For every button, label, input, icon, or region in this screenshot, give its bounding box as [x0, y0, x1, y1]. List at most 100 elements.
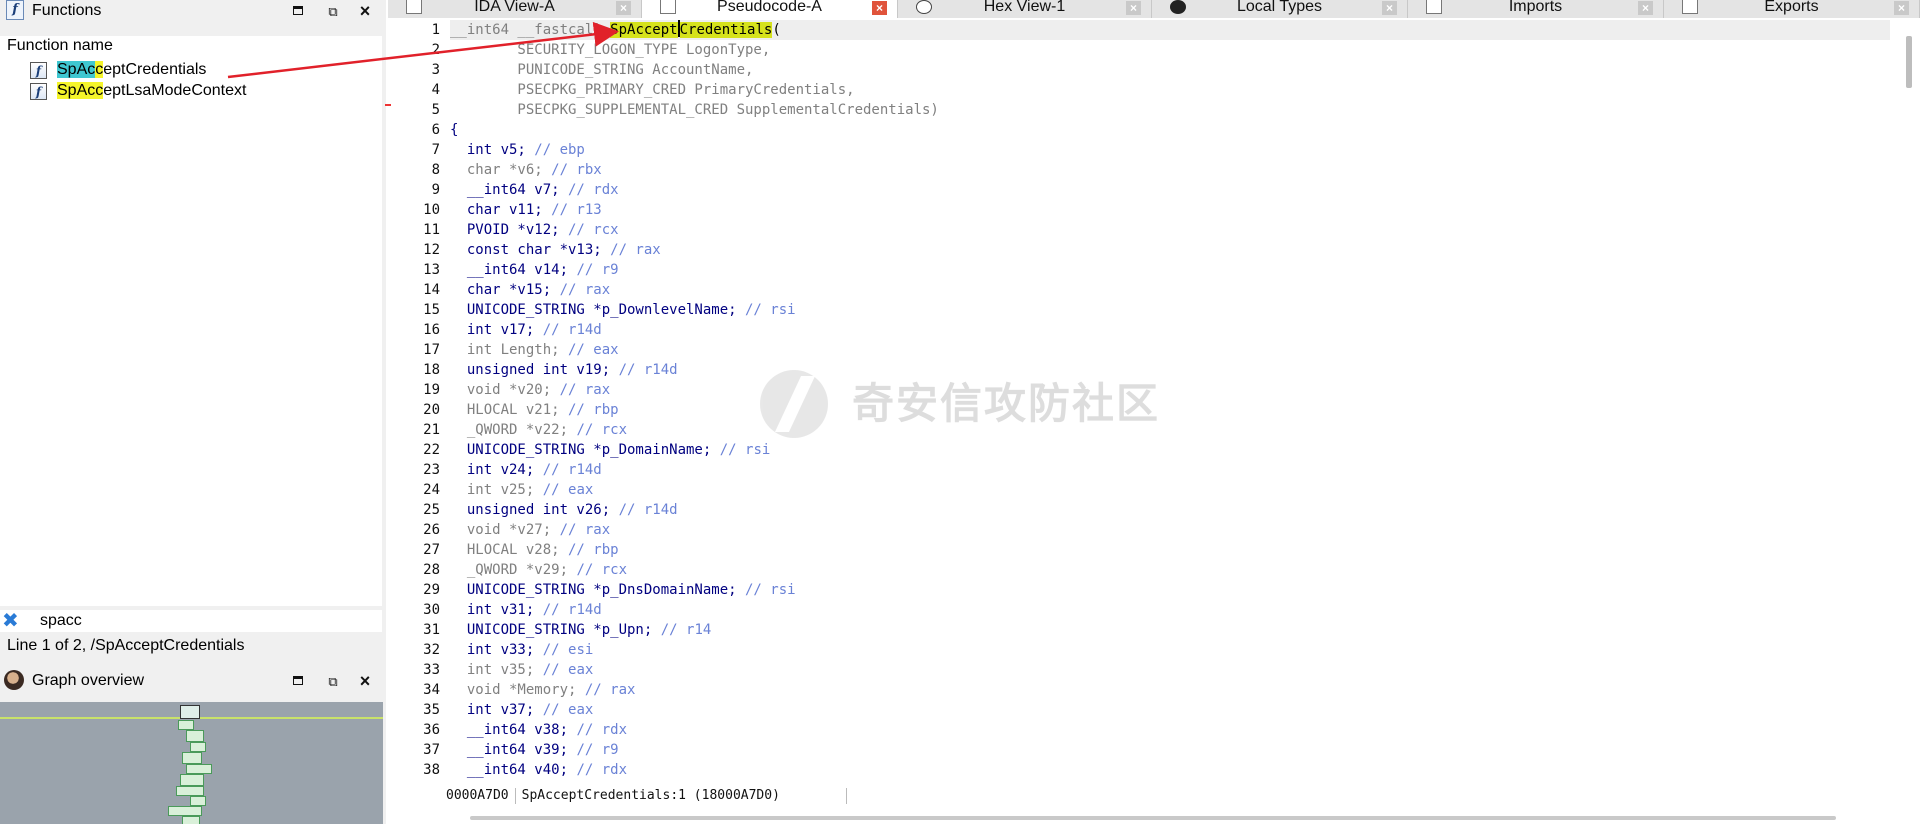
code-line[interactable]: { [450, 120, 1890, 140]
variable-declaration: __int64 v14; [450, 262, 569, 278]
line-number: 1 [431, 22, 440, 38]
tab-pseudocode-a[interactable]: Pseudocode-A × [642, 0, 898, 18]
graph-node [190, 796, 206, 806]
variable-declaration: UNICODE_STRING *p_DownlevelName; [450, 302, 737, 318]
line-number: 6 [431, 122, 440, 138]
vertical-scrollbar[interactable] [1906, 36, 1912, 88]
brace: { [450, 122, 459, 138]
line-number: 32 [423, 642, 440, 658]
execution-marker [385, 104, 391, 106]
code-line[interactable]: UNICODE_STRING *p_DownlevelName; // rsi [450, 300, 1890, 320]
tab-close-icon[interactable]: × [1382, 1, 1397, 15]
line-number: 36 [423, 722, 440, 738]
code-line[interactable]: int v31; // r14d [450, 600, 1890, 620]
function-icon: f [30, 62, 47, 79]
tab-close-icon[interactable]: × [1126, 1, 1141, 15]
code-line[interactable]: char *v6; // rbx [450, 160, 1890, 180]
code-line[interactable]: char *v15; // rax [450, 280, 1890, 300]
code-line[interactable]: int Length; // eax [450, 340, 1890, 360]
functions-title: Functions [32, 2, 102, 19]
column-header-function-name[interactable]: Function name [0, 36, 382, 56]
tab-imports[interactable]: Imports × [1408, 0, 1664, 18]
graph-overview-canvas[interactable] [0, 702, 383, 824]
code-line[interactable]: PSECPKG_PRIMARY_CRED PrimaryCredentials, [450, 80, 1890, 100]
code-line[interactable]: const char *v13; // rax [450, 240, 1890, 260]
code-line[interactable]: int v24; // r14d [450, 460, 1890, 480]
line-number: 24 [423, 482, 440, 498]
minimize-icon[interactable] [288, 672, 310, 690]
tab-local-types[interactable]: Local Types × [1152, 0, 1408, 18]
line-number: 17 [423, 342, 440, 358]
clear-filter-icon[interactable]: ✖ [2, 610, 20, 632]
code-line[interactable]: UNICODE_STRING *p_DnsDomainName; // rsi [450, 580, 1890, 600]
variable-declaration: _QWORD *v22; [450, 422, 569, 438]
tab-exports[interactable]: Exports × [1664, 0, 1920, 18]
graph-node [190, 742, 206, 752]
code-line[interactable]: void *Memory; // rax [450, 680, 1890, 700]
code-line[interactable]: __int64 v40; // rdx [450, 760, 1890, 780]
tab-ida-view-a[interactable]: IDA View-A × [388, 0, 642, 18]
watermark: 奇安信攻防社区 [760, 370, 1160, 440]
line-number: 26 [423, 522, 440, 538]
code-line[interactable]: UNICODE_STRING *p_DomainName; // rsi [450, 440, 1890, 460]
status-address: 0000A7D0 [446, 788, 509, 803]
code-status-bar: 0000A7D0 SpAcceptCredentials:1 (18000A7D0… [446, 784, 847, 808]
code-line[interactable]: int v33; // esi [450, 640, 1890, 660]
line-number: 30 [423, 602, 440, 618]
code-line[interactable]: UNICODE_STRING *p_Upn; // r14 [450, 620, 1890, 640]
function-name: SpAcceptLsaModeContext [57, 82, 247, 99]
close-icon[interactable]: × [354, 672, 376, 690]
watermark-text: 奇安信攻防社区 [852, 379, 1161, 428]
tab-close-icon[interactable]: × [872, 1, 887, 15]
code-line[interactable]: _QWORD *v29; // rcx [450, 560, 1890, 580]
code-line[interactable]: __int64 v7; // rdx [450, 180, 1890, 200]
register-comment: // rsi [711, 442, 771, 458]
tab-close-icon[interactable]: × [1638, 1, 1653, 15]
graph-node [180, 705, 200, 719]
code-line[interactable]: int v35; // eax [450, 660, 1890, 680]
function-item-spacceptlsamodecontext[interactable]: f SpAcceptLsaModeContext [0, 81, 382, 101]
code-line[interactable]: __int64 v38; // rdx [450, 720, 1890, 740]
code-line[interactable]: int v17; // r14d [450, 320, 1890, 340]
code-line[interactable]: unsigned int v26; // r14d [450, 500, 1890, 520]
variable-declaration: int Length; [450, 342, 560, 358]
code-line[interactable]: SECURITY_LOGON_TYPE LogonType, [450, 40, 1890, 60]
code-line[interactable]: void *v20; // rax [450, 380, 1890, 400]
register-comment: // rbx [542, 162, 602, 178]
restore-icon[interactable] [322, 672, 344, 690]
code-line[interactable]: int v5; // ebp [450, 140, 1890, 160]
tab-hex-view-1[interactable]: Hex View-1 × [898, 0, 1152, 18]
code-line[interactable]: PVOID *v12; // rcx [450, 220, 1890, 240]
code-line[interactable]: _QWORD *v22; // rcx [450, 420, 1890, 440]
code-line[interactable]: __int64 __fastcall SpAccept Credentials( [450, 20, 1890, 40]
code-line[interactable]: PUNICODE_STRING AccountName, [450, 60, 1890, 80]
graph-node [178, 720, 194, 730]
restore-icon[interactable] [322, 2, 344, 20]
filter-input[interactable]: spacc [40, 610, 82, 632]
variable-declaration: _QWORD *v29; [450, 562, 569, 578]
variable-declaration: int v24; [450, 462, 535, 478]
code-line[interactable]: __int64 v39; // r9 [450, 740, 1890, 760]
register-comment: // r14d [534, 322, 602, 338]
minimize-icon[interactable] [288, 2, 310, 20]
horizontal-scrollbar[interactable] [470, 816, 1836, 820]
filter-bar[interactable]: ✖ spacc [0, 610, 382, 632]
code-line[interactable]: int v37; // eax [450, 700, 1890, 720]
function-item-spacceptcredentials[interactable]: f SpAcceptCredentials [0, 60, 382, 80]
functions-status: Line 1 of 2, /SpAcceptCredentials [7, 637, 245, 654]
close-icon[interactable]: × [354, 2, 376, 20]
code-line[interactable]: __int64 v14; // r9 [450, 260, 1890, 280]
code-line[interactable]: int v25; // eax [450, 480, 1890, 500]
register-comment: // eax [534, 482, 594, 498]
register-comment: // r9 [568, 742, 619, 758]
tab-close-icon[interactable]: × [616, 1, 631, 15]
code-line[interactable]: PSECPKG_SUPPLEMENTAL_CRED SupplementalCr… [450, 100, 1890, 120]
code-line[interactable]: HLOCAL v21; // rbp [450, 400, 1890, 420]
tab-label: Exports [1764, 0, 1819, 15]
code-line[interactable]: void *v27; // rax [450, 520, 1890, 540]
code-line[interactable]: unsigned int v19; // r14d [450, 360, 1890, 380]
code-line[interactable]: char v11; // r13 [450, 200, 1890, 220]
tab-close-icon[interactable]: × [1894, 1, 1909, 15]
code-line[interactable]: HLOCAL v28; // rbp [450, 540, 1890, 560]
variable-declaration: __int64 v7; [450, 182, 560, 198]
